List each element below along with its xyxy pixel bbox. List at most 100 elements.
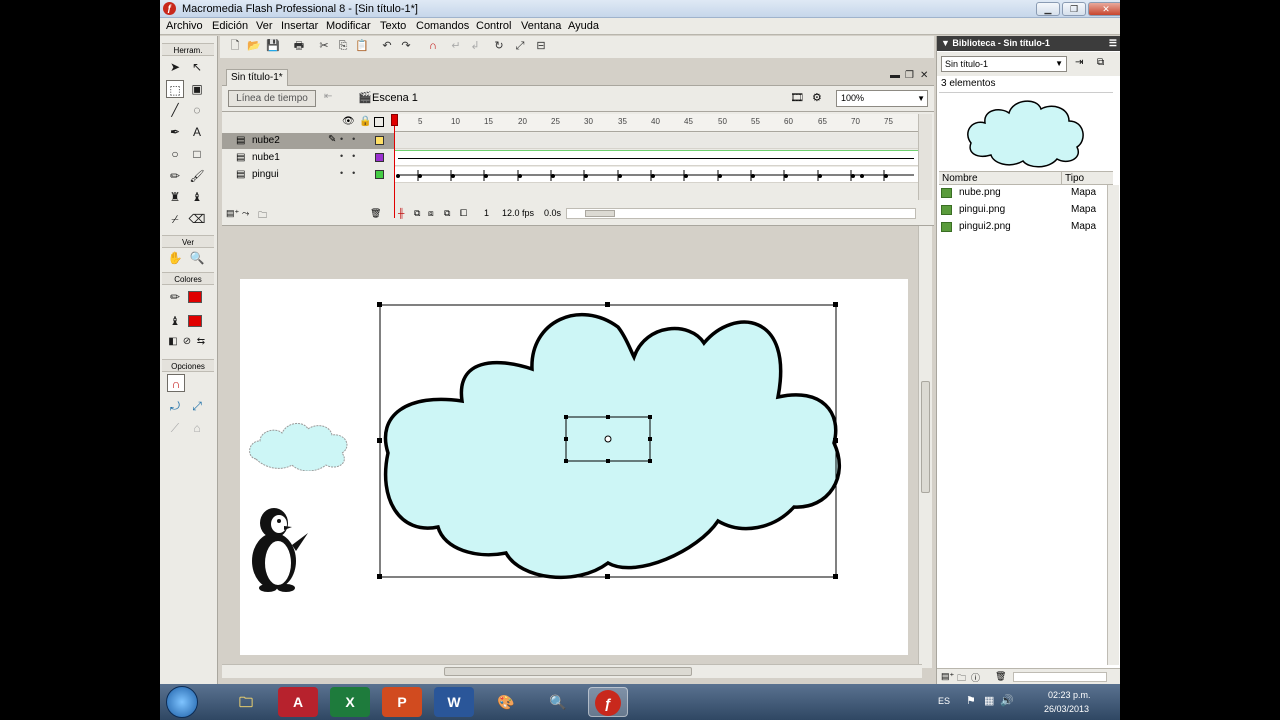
col-divider[interactable] xyxy=(1061,172,1062,185)
library-item[interactable]: pingui2.png Mapa xyxy=(939,219,1107,235)
oval-tool-icon[interactable]: ○ xyxy=(166,145,184,163)
edit-multiple-icon[interactable]: ⧉ xyxy=(444,208,450,219)
language-indicator[interactable]: ES xyxy=(938,696,950,706)
menu-control[interactable]: Control xyxy=(476,20,511,32)
start-button[interactable] xyxy=(166,686,198,718)
zoom-select[interactable]: 100% ▼ xyxy=(836,90,928,107)
clock-time[interactable]: 02:23 p.m. xyxy=(1048,690,1091,700)
onion-skin-icon[interactable]: ⧉ xyxy=(414,208,420,219)
snap-to-objects-icon[interactable]: ∩ xyxy=(167,374,185,392)
layer-row-pingui[interactable]: ▤ pingui •• xyxy=(222,167,394,183)
doc-minimize-icon[interactable]: ▬ xyxy=(890,70,900,81)
frame-ruler[interactable]: 5 10 15 20 25 30 35 40 45 50 55 60 65 70… xyxy=(394,114,918,132)
doc-close-icon[interactable]: ✕ xyxy=(920,70,928,81)
align-icon[interactable]: ⊟ xyxy=(534,39,548,53)
add-layer-icon[interactable]: ▤⁺ xyxy=(226,208,239,219)
minimize-button[interactable]: ▁ xyxy=(1036,2,1060,16)
vscroll-thumb[interactable] xyxy=(921,381,930,493)
onion-markers-icon[interactable]: ⧠ xyxy=(460,208,467,219)
free-transform-tool-icon[interactable]: ⬚ xyxy=(166,80,184,98)
timeline-toggle-button[interactable]: Línea de tiempo xyxy=(228,90,316,107)
frame-row-nube1[interactable] xyxy=(394,150,918,166)
fill-color-swatch[interactable] xyxy=(188,315,202,327)
library-item[interactable]: nube.png Mapa xyxy=(939,185,1107,201)
menu-ver[interactable]: Ver xyxy=(256,20,273,32)
lock-icon[interactable]: 🔒 xyxy=(359,116,371,127)
copy-icon[interactable]: ⎘ xyxy=(336,39,350,53)
flash-icon[interactable]: ƒ xyxy=(588,687,628,717)
zoom-tool-icon[interactable]: 🔍 xyxy=(188,249,206,267)
swap-colors-icon[interactable]: ⇆ xyxy=(192,333,210,351)
layer-visibility-dots[interactable]: •• xyxy=(340,134,364,144)
back-arrow-icon[interactable]: ⇤ xyxy=(324,91,332,102)
excel-icon[interactable]: X xyxy=(330,687,370,717)
undo-icon[interactable]: ↶ xyxy=(380,39,394,53)
small-cloud-image[interactable] xyxy=(246,419,350,471)
print-icon[interactable]: 🖶 xyxy=(292,39,306,53)
penguin-image[interactable] xyxy=(246,503,310,593)
hscroll-thumb[interactable] xyxy=(444,667,692,676)
snap-magnet-icon[interactable]: ∩ xyxy=(426,39,440,53)
paste-icon[interactable]: 📋 xyxy=(355,39,369,53)
straighten-icon[interactable]: ↲ xyxy=(468,39,482,53)
menu-comandos[interactable]: Comandos xyxy=(416,20,469,32)
properties-icon[interactable]: ⓘ xyxy=(971,671,980,684)
layer-visibility-dots[interactable]: •• xyxy=(340,168,364,178)
scale-icon[interactable]: ⤢ xyxy=(188,397,206,415)
stage[interactable] xyxy=(240,279,908,655)
frame-row-pingui[interactable] xyxy=(394,167,918,183)
stage-vscroll[interactable] xyxy=(918,226,932,668)
pen-tool-icon[interactable]: ✒ xyxy=(166,123,184,141)
menu-ventana[interactable]: Ventana xyxy=(521,20,561,32)
menu-edicion[interactable]: Edición xyxy=(212,20,248,32)
lasso-tool-icon[interactable]: ◌ xyxy=(188,101,206,119)
outline-icon[interactable] xyxy=(374,117,384,127)
eraser-tool-icon[interactable]: ⌫ xyxy=(188,210,206,228)
edit-symbol-icon[interactable]: ⚙ xyxy=(812,91,822,104)
hand-tool-icon[interactable]: ✋ xyxy=(166,249,184,267)
open-file-icon[interactable]: 📂 xyxy=(247,39,261,53)
clock-date[interactable]: 26/03/2013 xyxy=(1044,704,1089,714)
timeline-hscroll[interactable] xyxy=(566,208,916,219)
windows-explorer-icon[interactable]: 🗀 xyxy=(226,687,266,717)
playhead[interactable] xyxy=(391,114,398,218)
new-library-icon[interactable]: ⧉ xyxy=(1097,57,1104,68)
selection-tool-icon[interactable]: ➤ xyxy=(166,58,184,76)
col-name[interactable]: Nombre xyxy=(942,173,978,184)
eyedropper-tool-icon[interactable]: ⌿ xyxy=(166,210,184,228)
brush-tool-icon[interactable]: 🖌 xyxy=(188,167,206,185)
rotate-icon[interactable]: ↻ xyxy=(492,39,506,53)
onion-outline-icon[interactable]: ⧈ xyxy=(428,208,434,219)
powerpoint-icon[interactable]: P xyxy=(382,687,422,717)
layer-visibility-dots[interactable]: •• xyxy=(340,151,364,161)
paint-icon[interactable]: 🎨 xyxy=(486,687,526,717)
text-tool-icon[interactable]: A xyxy=(188,123,206,141)
access-icon[interactable]: A xyxy=(278,687,318,717)
menu-archivo[interactable]: Archivo xyxy=(166,20,203,32)
tray-volume-icon[interactable]: 🔊 xyxy=(1000,694,1014,707)
rotate-skew-icon[interactable]: ⤾ xyxy=(166,397,184,415)
col-type[interactable]: Tipo xyxy=(1065,173,1084,184)
pin-library-icon[interactable]: ⇥ xyxy=(1075,57,1083,68)
menu-ayuda[interactable]: Ayuda xyxy=(568,20,599,32)
doc-restore-icon[interactable]: ❐ xyxy=(905,70,914,81)
eye-icon[interactable]: 👁 xyxy=(342,116,355,127)
delete-item-icon[interactable]: 🗑 xyxy=(995,671,1006,682)
layer-row-nube2[interactable]: ▤ nube2 ✎ •• xyxy=(222,133,394,149)
add-folder-icon[interactable]: 🗀 xyxy=(258,208,267,224)
scale-toolbar-icon[interactable]: ⤢ xyxy=(513,39,527,53)
tray-network-icon[interactable]: ▦ xyxy=(984,694,994,707)
layer-row-nube1[interactable]: ▤ nube1 •• xyxy=(222,150,394,166)
tray-flag-icon[interactable]: ⚑ xyxy=(966,694,976,707)
new-symbol-icon[interactable]: ▤⁺ xyxy=(941,671,954,682)
edit-scene-icon[interactable]: 🎞 xyxy=(790,91,804,104)
layer-outline-color[interactable] xyxy=(375,153,384,162)
collapse-arrow-icon[interactable]: ▼ xyxy=(941,38,952,48)
menu-texto[interactable]: Texto xyxy=(380,20,406,32)
library-header[interactable]: ▼ Biblioteca - Sin título-1 ☰ xyxy=(937,36,1120,51)
search-icon[interactable]: 🔍 xyxy=(538,687,578,717)
large-cloud-image[interactable] xyxy=(377,302,841,580)
paint-bucket-tool-icon[interactable]: ♝ xyxy=(188,188,206,206)
ink-bottle-tool-icon[interactable]: ♜ xyxy=(166,188,184,206)
save-icon[interactable]: 💾 xyxy=(266,39,280,53)
